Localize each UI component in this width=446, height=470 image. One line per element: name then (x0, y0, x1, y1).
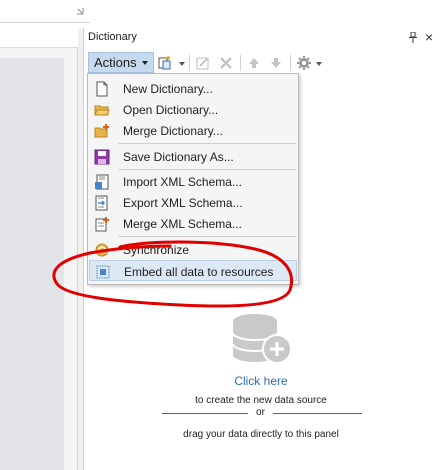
chevron-down-icon[interactable] (179, 62, 185, 66)
menu-item-new-dictionary[interactable]: New Dictionary... (89, 78, 297, 99)
toolbar-separator (290, 55, 291, 71)
create-datasource-hint: to create the new data source (195, 395, 327, 406)
menu-item-label: Export XML Schema... (123, 196, 243, 210)
delete-icon[interactable] (218, 55, 234, 71)
toolbar-separator (189, 55, 190, 71)
create-datasource-link[interactable]: Click here (184, 374, 338, 388)
move-down-icon[interactable] (268, 55, 284, 71)
divider (162, 413, 248, 414)
menu-item-label: Import XML Schema... (123, 175, 242, 189)
menu-item-merge-dictionary[interactable]: Merge Dictionary... (89, 120, 297, 141)
menu-item-embed-all-data[interactable]: Embed all data to resources (89, 260, 297, 281)
menu-item-save-dictionary-as[interactable]: Save Dictionary As... (89, 146, 297, 167)
menu-item-label: Open Dictionary... (123, 103, 219, 117)
menu-item-open-dictionary[interactable]: Open Dictionary... (89, 99, 297, 120)
left-pane-canvas (0, 58, 64, 470)
embed-data-icon (96, 265, 110, 279)
or-text: or (256, 407, 265, 418)
merge-folder-icon (94, 124, 109, 138)
menu-item-merge-xml-schema[interactable]: Merge XML Schema... (89, 213, 297, 234)
open-folder-icon (94, 105, 110, 116)
export-xml-icon (95, 195, 108, 211)
menu-separator (118, 169, 296, 170)
menu-separator (118, 143, 296, 144)
drag-data-hint: drag your data directly to this panel (183, 429, 339, 440)
save-icon (94, 149, 110, 165)
menu-item-label: Synchronize (123, 243, 190, 257)
menu-item-label: Merge XML Schema... (123, 217, 242, 231)
menu-separator (118, 236, 296, 237)
chevron-down-icon[interactable] (316, 62, 322, 66)
pin-icon[interactable] (408, 32, 418, 43)
close-icon[interactable]: × (425, 30, 433, 44)
panel-title: Dictionary (88, 31, 137, 43)
synchronize-icon (95, 243, 109, 257)
chevron-down-icon (142, 61, 148, 65)
divider (273, 413, 362, 414)
menu-item-label: Merge Dictionary... (123, 124, 223, 138)
database-add-icon[interactable] (227, 313, 295, 369)
edit-icon[interactable] (195, 55, 211, 71)
left-pane-ruler (0, 28, 78, 48)
actions-menu: New Dictionary... Open Dictionary... Mer… (87, 73, 299, 285)
menu-item-label: Save Dictionary As... (123, 150, 234, 164)
menu-item-label: Embed all data to resources (124, 265, 274, 279)
merge-xml-icon (95, 217, 109, 232)
move-up-icon[interactable] (246, 55, 262, 71)
resize-grip-icon (77, 8, 84, 15)
new-document-icon (96, 81, 108, 97)
toolbar-separator (240, 55, 241, 71)
new-item-icon[interactable] (157, 55, 173, 71)
menu-item-export-xml-schema[interactable]: Export XML Schema... (89, 192, 297, 213)
actions-label: Actions (94, 55, 137, 70)
actions-button[interactable]: Actions (88, 52, 154, 73)
menu-item-label: New Dictionary... (123, 82, 213, 96)
menu-item-synchronize[interactable]: Synchronize (89, 239, 297, 260)
import-xml-icon (95, 174, 109, 190)
settings-icon[interactable] (296, 55, 312, 71)
menu-item-import-xml-schema[interactable]: Import XML Schema... (89, 171, 297, 192)
